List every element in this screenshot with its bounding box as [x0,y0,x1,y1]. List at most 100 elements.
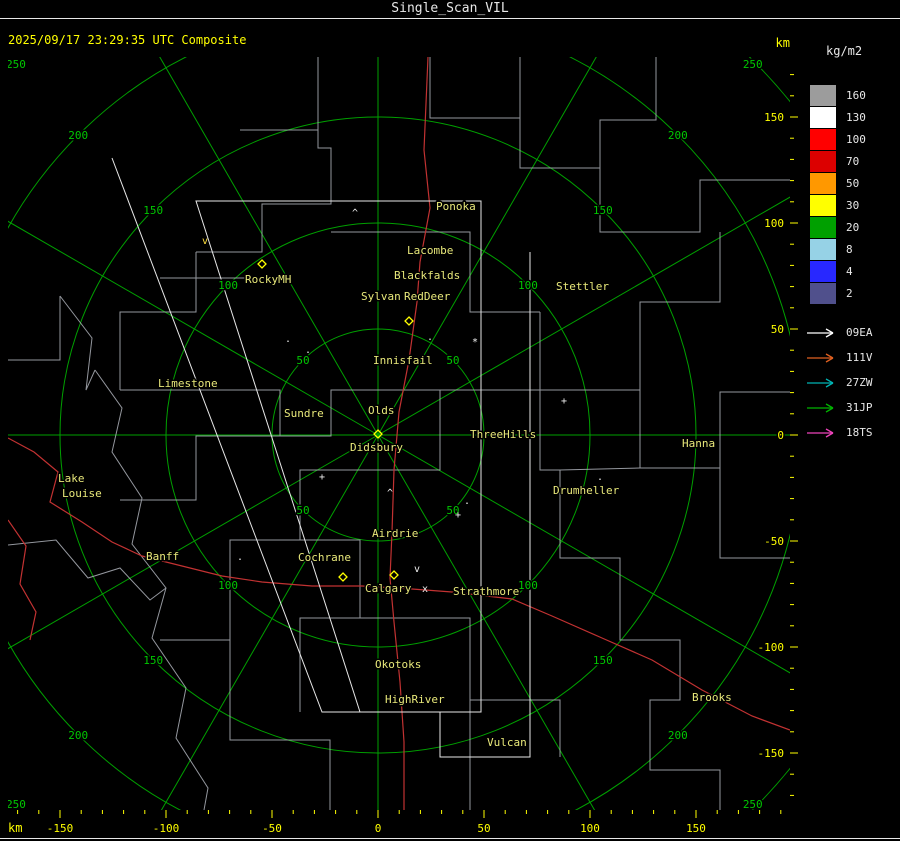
radar-id: 27ZW [846,376,873,389]
city-label: ThreeHills [470,428,536,441]
city-label: Sylvan [361,290,401,303]
azimuth-spokes [8,57,790,810]
city-label: Sundre [284,407,324,420]
colorbar-swatch [810,84,836,106]
right-axis-tick-label: -100 [758,641,785,654]
colorbar-swatch [810,260,836,282]
colorbar-entry: 4 [810,260,900,282]
colorbar-value: 8 [846,242,853,256]
county-line [299,539,361,712]
window-bottom-border [0,838,900,839]
city-label: Okotoks [375,658,421,671]
city-label: Limestone [158,377,218,390]
ring-distance-label: 250 [743,58,763,71]
county-line [94,369,209,810]
colorbar-entry: 130 [810,106,900,128]
right-axis-tick-label: -150 [758,747,785,760]
city-label: RedDeer [404,290,451,303]
county-line [440,312,541,391]
bottom-axis-tick-label: 50 [477,822,490,835]
colorbar-units-label: kg/m2 [826,44,863,58]
legend-panel: kg/m2 160 130 100 70 50 30 20 8 4 2 09EA 111V 27ZW 3… [802,44,900,445]
point-marker: . [427,332,433,343]
radar-legend-item: 111V [806,345,900,370]
county-line [639,390,790,469]
city-label: Calgary [365,582,412,595]
point-marker: . [464,496,470,507]
city-label: Cochrane [298,551,351,564]
colorbar-entry: 2 [810,282,900,304]
ring-distance-label: 150 [593,654,613,667]
colorbar-entry: 8 [810,238,900,260]
radar-legend-item: 27ZW [806,370,900,395]
colorbar-swatch [810,128,836,150]
ring-distance-label: 50 [446,354,459,367]
colorbar-entry: 160 [810,84,900,106]
city-label: Vulcan [487,736,527,749]
radar-window: 50 50 50 50 100 100 100 100 150 150 150 150 200 200 20… [0,0,900,841]
radar-map: 50 50 50 50 100 100 100 100 150 150 150 150 200 200 20… [6,57,798,835]
right-axis-tick-label: -50 [764,535,784,548]
right-axis-tick-label: 50 [771,323,784,336]
colorbar-entry: 70 [810,150,900,172]
point-marker: . [597,472,603,483]
county-line [429,57,521,119]
city-label: RockyMH [245,273,291,286]
bottom-axis-tick-label: -150 [47,822,74,835]
right-axis-tick-label: 0 [777,429,784,442]
city-label: Blackfalds [394,269,460,282]
spoke-line [377,57,597,436]
county-line [559,467,641,471]
map-plot-area: 50 5050 50100 100100 100150 150150 150200 20020… [6,57,790,811]
spoke-line [160,434,379,810]
city-label: Drumheller [553,484,620,497]
city-label: Airdrie [372,527,418,540]
colorbar-swatch [810,172,836,194]
county-line [519,57,657,169]
colorbar-value: 30 [846,198,860,212]
ring-distance-label: 200 [668,729,688,742]
scan-timestamp: 2025/09/17 23:29:35 UTC Composite [8,33,247,47]
radar-legend-item: 31JP [806,395,900,420]
right-axis-ticks [790,74,798,796]
radar-legend-item: 09EA [806,320,900,345]
radar-id: 09EA [846,326,873,339]
colorbar-entry: 100 [810,128,900,150]
point-marker: ^ [387,488,393,499]
radar-legend-item: 18TS [806,420,900,445]
radar-arrow-icon [807,327,834,338]
ring-distance-label: 100 [218,579,238,592]
ring-distance-label: 50 [296,504,309,517]
city-label: Ponoka [436,200,476,213]
ring-distance-label: 250 [6,798,26,811]
point-marker: + [561,396,567,407]
point-marker: ^ [352,208,358,219]
point-marker: x [422,584,428,595]
point-marker: v [414,564,420,575]
window-titlebar: Single_Scan_VIL [0,0,900,19]
colorbar-value: 4 [846,264,853,278]
colorbar-value: 160 [846,88,866,102]
colorbar-entry: 20 [810,216,900,238]
county-line [540,232,721,391]
colorbar-value: 70 [846,154,860,168]
city-label: Hanna [682,437,715,450]
point-marker: + [455,510,461,521]
point-marker: . [285,334,291,345]
radar-site-marker [389,570,399,580]
colorbar-value: 100 [846,132,866,146]
radar-arrow-icon [807,377,834,388]
colorbar: 160 130 100 70 50 30 20 8 4 2 [810,84,900,304]
right-axis-tick-label: 100 [764,217,784,230]
city-label: Lacombe [407,244,453,257]
radar-id: 111V [846,351,873,364]
county-line [539,390,721,810]
range-ring [748,57,790,810]
bottom-axis-tick-label: -100 [153,822,180,835]
city-label: HighRiver [385,693,445,706]
county-line [8,296,61,361]
radar-arrow-icon [807,402,834,413]
window-title: Single_Scan_VIL [391,1,509,16]
ring-distance-label: 250 [6,58,26,71]
point-marker: * [472,337,478,348]
